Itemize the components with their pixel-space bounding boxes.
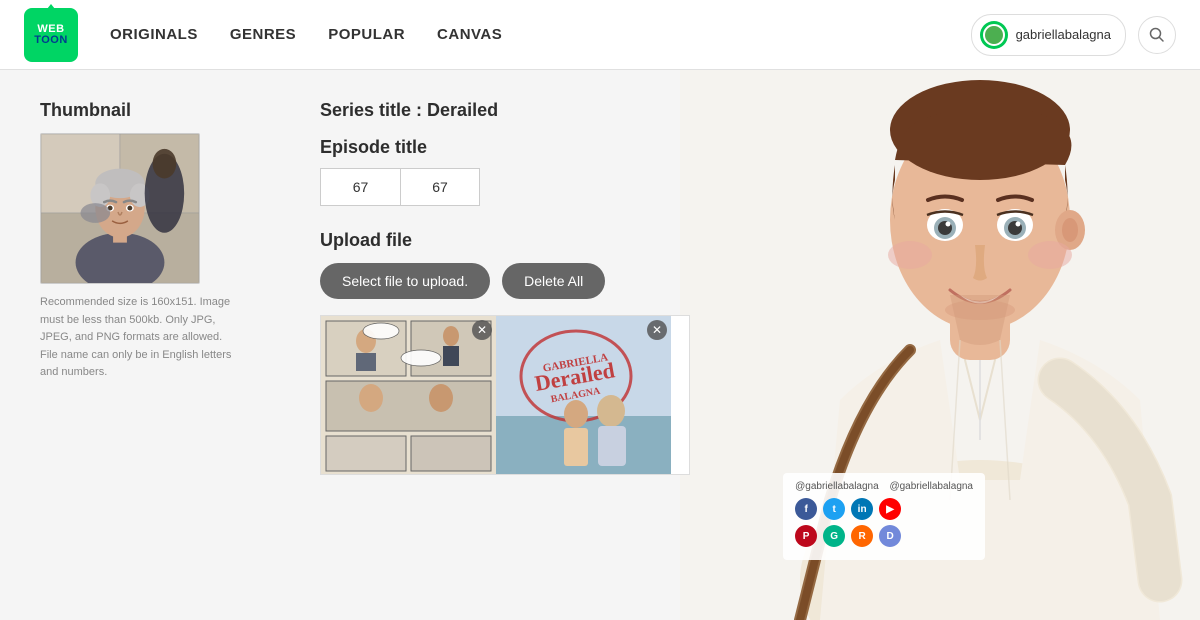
preview-image-2: GABRIELLA Derailed BALAGNA: [496, 316, 671, 475]
logo-toon-text: TOON: [34, 35, 68, 46]
avatar: [980, 21, 1008, 49]
user-profile-button[interactable]: gabriellabalagna: [971, 14, 1126, 56]
upload-label: Upload file: [320, 230, 800, 251]
preview-close-2[interactable]: ✕: [647, 320, 667, 340]
thumbnail-label: Thumbnail: [40, 100, 280, 121]
preview-comic-1: [321, 316, 496, 475]
thumbnail-svg: [41, 134, 199, 283]
episode-inputs: [320, 168, 800, 206]
nav-canvas[interactable]: CANVAS: [437, 26, 502, 43]
username-label: gabriellabalagna: [1016, 27, 1111, 42]
youtube-icon[interactable]: ▶: [879, 498, 901, 520]
search-button[interactable]: [1138, 16, 1176, 54]
social-icons-row-2: P G R D: [795, 525, 973, 547]
social-username-1: @gabriellabalagna @gabriellabalagna: [795, 481, 973, 492]
logo[interactable]: WEB TOON: [24, 8, 78, 62]
webtoon-logo[interactable]: WEB TOON: [24, 8, 78, 62]
delete-all-button[interactable]: Delete All: [502, 263, 605, 299]
nav-genres[interactable]: GENRES: [230, 26, 296, 43]
preview-image-1: [321, 316, 496, 475]
twitter-icon[interactable]: t: [823, 498, 845, 520]
thumbnail-note: Recommended size is 160x151. Image must …: [40, 294, 240, 382]
preview-comic-2: GABRIELLA Derailed BALAGNA: [496, 316, 671, 475]
social-icons-row-1: f t in ▶: [795, 498, 973, 520]
linkedin-icon[interactable]: in: [851, 498, 873, 520]
header-right: gabriellabalagna: [971, 14, 1176, 56]
search-icon: [1149, 27, 1165, 43]
preview-item-2: ✕ GABRIELLA Derailed BALAGNA: [496, 316, 671, 474]
thumbnail-image: [40, 133, 200, 284]
episode-number-input-2[interactable]: [400, 168, 480, 206]
upload-buttons: Select file to upload. Delete All: [320, 263, 800, 299]
discord-icon[interactable]: D: [879, 525, 901, 547]
pinterest-icon[interactable]: P: [795, 525, 817, 547]
episode-number-input-1[interactable]: [320, 168, 400, 206]
thumbnail-section: Thumbnail: [40, 100, 280, 475]
series-title: Series title : Derailed: [320, 100, 800, 121]
upload-preview-area: ✕: [320, 315, 690, 475]
select-file-button[interactable]: Select file to upload.: [320, 263, 490, 299]
social-icon-r[interactable]: R: [851, 525, 873, 547]
form-section: Series title : Derailed Episode title Up…: [320, 100, 800, 475]
header: WEB TOON ORIGINALS GENRES POPULAR CANVAS…: [0, 0, 1200, 70]
nav-popular[interactable]: POPULAR: [328, 26, 405, 43]
main-nav: ORIGINALS GENRES POPULAR CANVAS: [110, 26, 971, 43]
main-content: Thumbnail: [0, 70, 1200, 505]
social-icon-g[interactable]: G: [823, 525, 845, 547]
social-preview: @gabriellabalagna @gabriellabalagna f t …: [783, 473, 985, 560]
preview-item-1: ✕: [321, 316, 496, 474]
nav-originals[interactable]: ORIGINALS: [110, 26, 198, 43]
avatar-inner: [983, 24, 1005, 46]
logo-web-text: WEB: [37, 24, 64, 35]
facebook-icon[interactable]: f: [795, 498, 817, 520]
preview-close-1[interactable]: ✕: [472, 320, 492, 340]
episode-title-label: Episode title: [320, 137, 800, 158]
